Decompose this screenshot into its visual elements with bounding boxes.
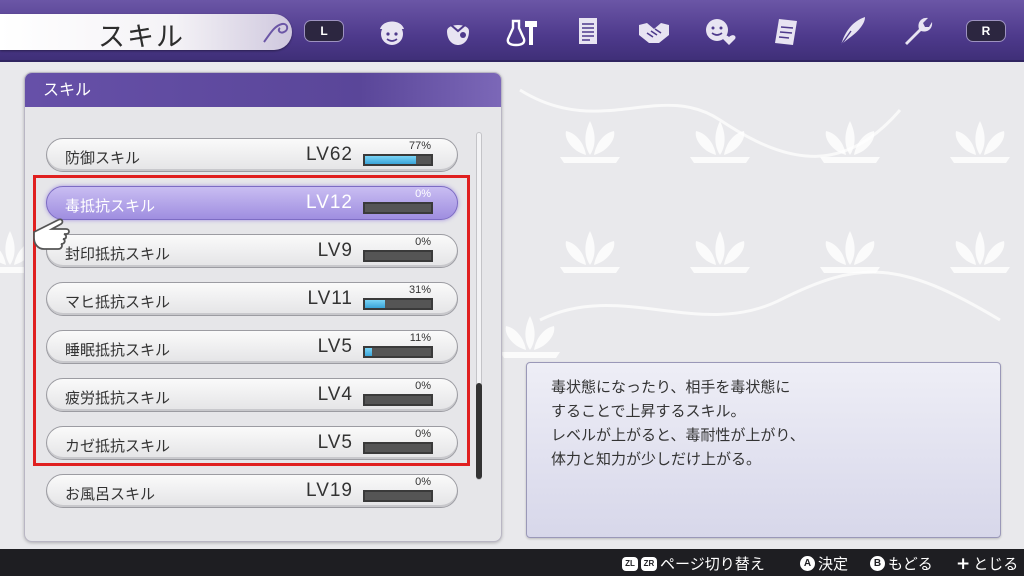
pouch-icon bbox=[447, 24, 469, 45]
smile-heart-icon bbox=[706, 19, 736, 45]
tab-items[interactable] bbox=[436, 12, 480, 52]
skill-row[interactable]: 防御スキル LV62 77% bbox=[46, 138, 458, 172]
page-switch-label: ページ切り替え bbox=[660, 555, 765, 573]
zl-button-icon: ZL bbox=[622, 556, 638, 571]
tab-affection[interactable] bbox=[698, 12, 742, 52]
close-label: とじる bbox=[973, 555, 1019, 573]
skill-flask-hammer-icon bbox=[506, 19, 537, 47]
skill-exp-bar bbox=[363, 154, 433, 166]
skill-level: LV19 bbox=[306, 480, 353, 501]
book-icon bbox=[775, 19, 797, 45]
description-line: することで上昇するスキル。 bbox=[551, 402, 746, 420]
description-line: 毒状態になったり、相手を毒状態に bbox=[551, 378, 791, 396]
skill-exp-fill bbox=[365, 156, 416, 164]
tab-relations[interactable] bbox=[632, 12, 676, 52]
skill-name: 防御スキル bbox=[65, 149, 141, 167]
button-hint-bar: ZL ZR ページ切り替え A 決定 B もどる + とじる bbox=[0, 549, 1024, 576]
l-shoulder-button[interactable]: L bbox=[304, 20, 344, 42]
highlight-box bbox=[33, 175, 470, 466]
tab-character[interactable] bbox=[370, 12, 414, 52]
panel-title: スキル bbox=[25, 73, 501, 107]
description-line: 体力と知力が少しだけ上がる。 bbox=[551, 450, 762, 468]
skill-exp-percent: 77% bbox=[408, 140, 431, 152]
skill-exp-bar bbox=[363, 490, 433, 502]
page-title: スキル bbox=[98, 22, 185, 53]
b-button-icon: B bbox=[870, 556, 885, 571]
zr-button-icon: ZR bbox=[641, 556, 657, 571]
tab-quests[interactable] bbox=[566, 12, 610, 52]
close-hint[interactable]: + とじる bbox=[956, 553, 1018, 574]
r-shoulder-button[interactable]: R bbox=[966, 20, 1006, 42]
skill-list-scrollbar[interactable] bbox=[476, 132, 482, 480]
tab-book[interactable] bbox=[764, 12, 808, 52]
skill-row[interactable]: お風呂スキル LV19 0% bbox=[46, 474, 458, 508]
skill-description-box: 毒状態になったり、相手を毒状態に することで上昇するスキル。 レベルが上がると、… bbox=[526, 362, 1001, 538]
confirm-label: 決定 bbox=[818, 555, 849, 573]
back-hint[interactable]: B もどる bbox=[870, 553, 933, 574]
a-button-icon: A bbox=[800, 556, 815, 571]
skill-level: LV62 bbox=[306, 144, 353, 165]
scrollbar-thumb[interactable] bbox=[476, 383, 482, 479]
skill-exp-percent: 0% bbox=[415, 476, 431, 488]
confirm-hint[interactable]: A 決定 bbox=[800, 553, 848, 574]
pointing-hand-cursor-icon bbox=[33, 218, 70, 250]
description-line: レベルが上がると、毒耐性が上がり、 bbox=[551, 426, 805, 444]
document-list-icon bbox=[579, 18, 597, 44]
quill-icon bbox=[840, 17, 865, 46]
tab-diary[interactable] bbox=[830, 12, 874, 52]
plus-button-icon: + bbox=[956, 553, 971, 574]
tab-skills[interactable] bbox=[500, 12, 544, 52]
handshake-icon bbox=[639, 23, 669, 43]
character-face-icon bbox=[380, 21, 404, 45]
skill-name: お風呂スキル bbox=[65, 485, 156, 503]
back-label: もどる bbox=[888, 555, 933, 573]
title-plate: スキル bbox=[0, 14, 292, 53]
wrench-icon bbox=[905, 17, 933, 45]
swirl-ornament-icon bbox=[263, 22, 289, 43]
top-menu-bar: スキル L R bbox=[0, 0, 1024, 62]
tab-settings[interactable] bbox=[896, 12, 940, 52]
page-switch-hint[interactable]: ZL ZR ページ切り替え bbox=[622, 553, 765, 574]
